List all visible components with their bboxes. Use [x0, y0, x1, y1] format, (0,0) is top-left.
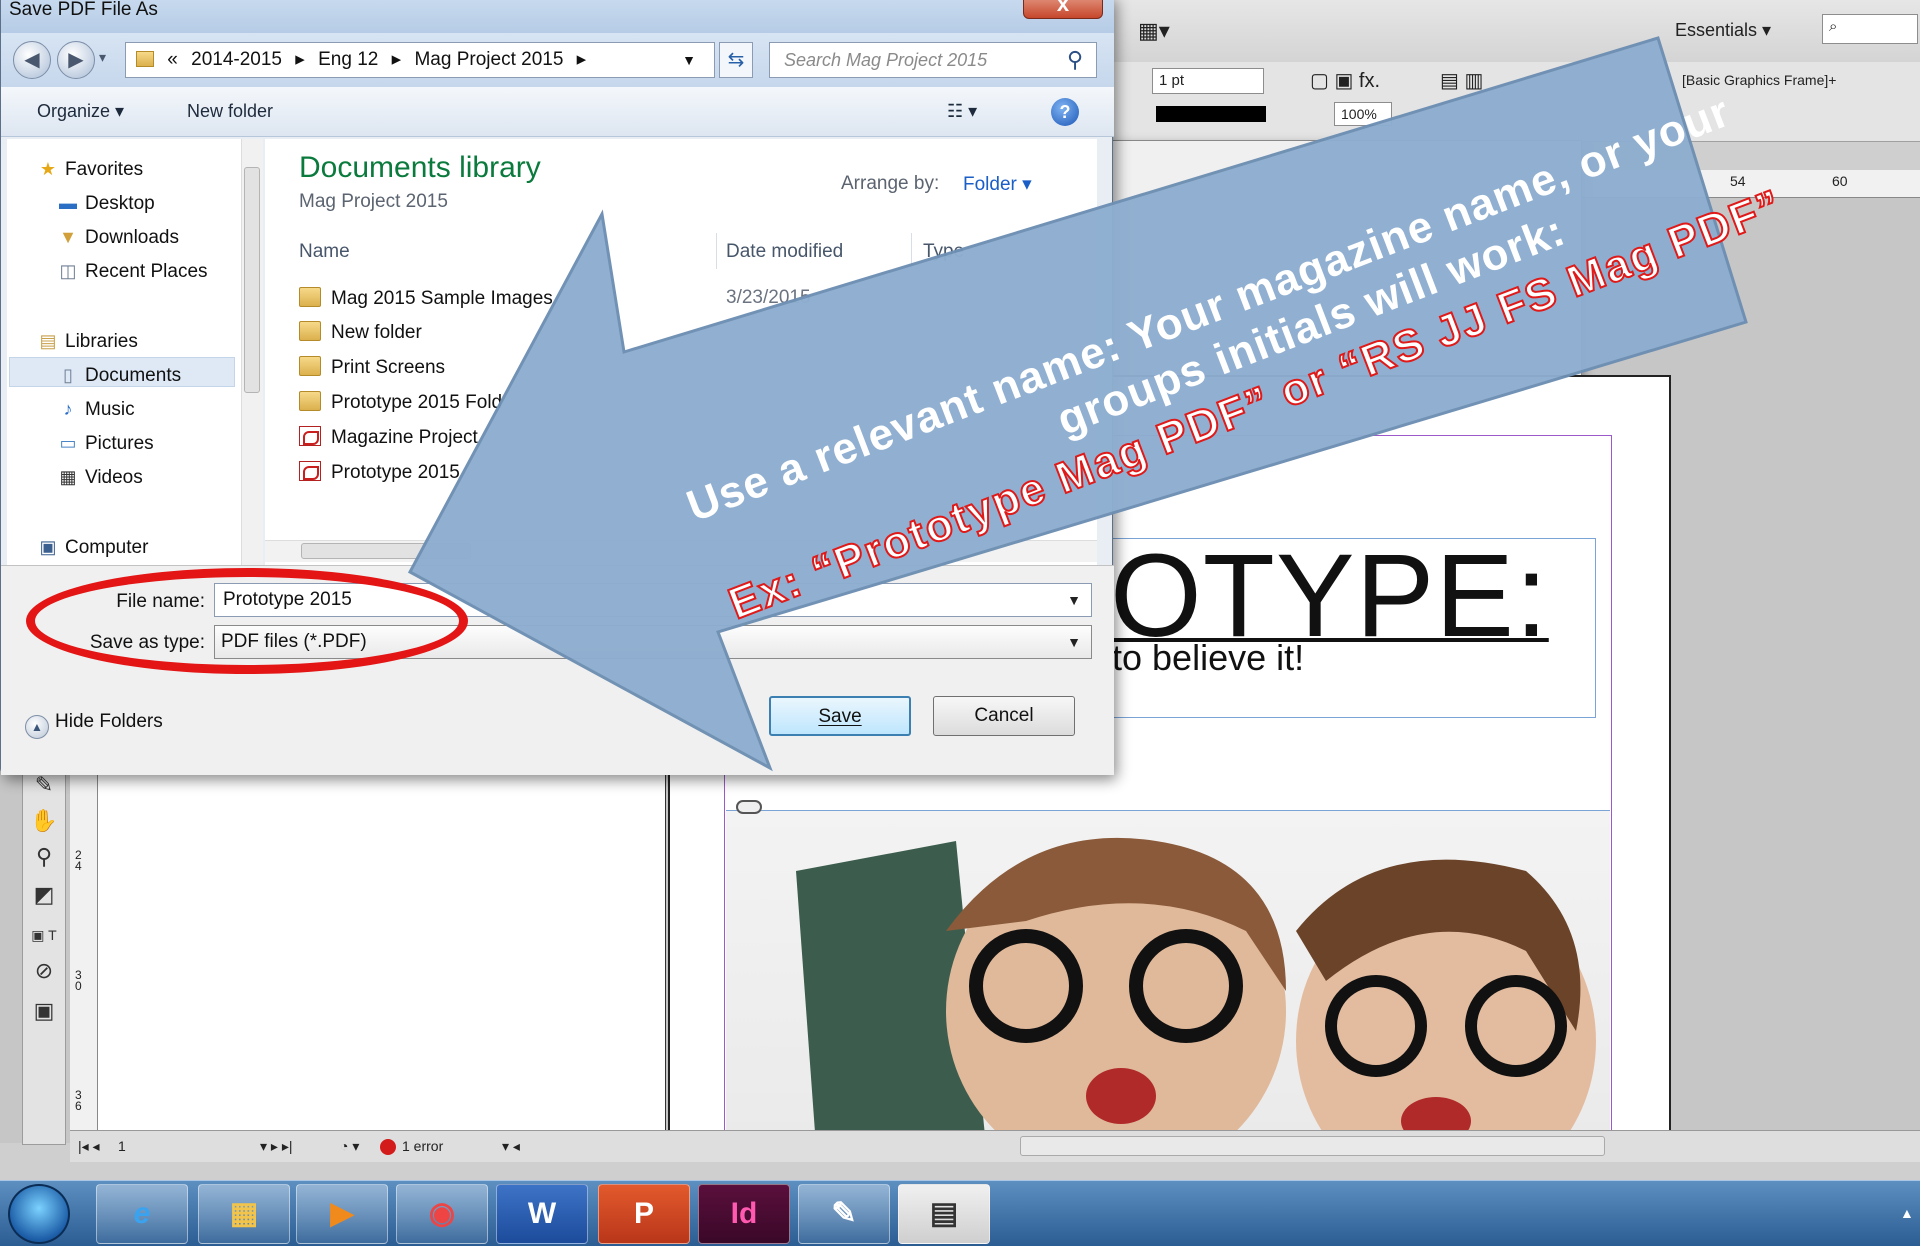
- chrome-icon[interactable]: ◉: [396, 1184, 488, 1244]
- tray-expand-icon[interactable]: ▲: [1900, 1205, 1914, 1221]
- start-orb-icon[interactable]: [8, 1184, 70, 1244]
- word-icon[interactable]: W: [496, 1184, 588, 1244]
- file-explorer-icon[interactable]: ▦: [198, 1184, 290, 1244]
- notepad-icon[interactable]: ▤: [898, 1184, 990, 1244]
- internet-explorer-icon[interactable]: e: [96, 1184, 188, 1244]
- powerpoint-icon[interactable]: P: [598, 1184, 690, 1244]
- media-player-icon[interactable]: ▶: [296, 1184, 388, 1244]
- indesign-icon[interactable]: Id: [698, 1184, 790, 1244]
- paint-icon[interactable]: ✎: [798, 1184, 890, 1244]
